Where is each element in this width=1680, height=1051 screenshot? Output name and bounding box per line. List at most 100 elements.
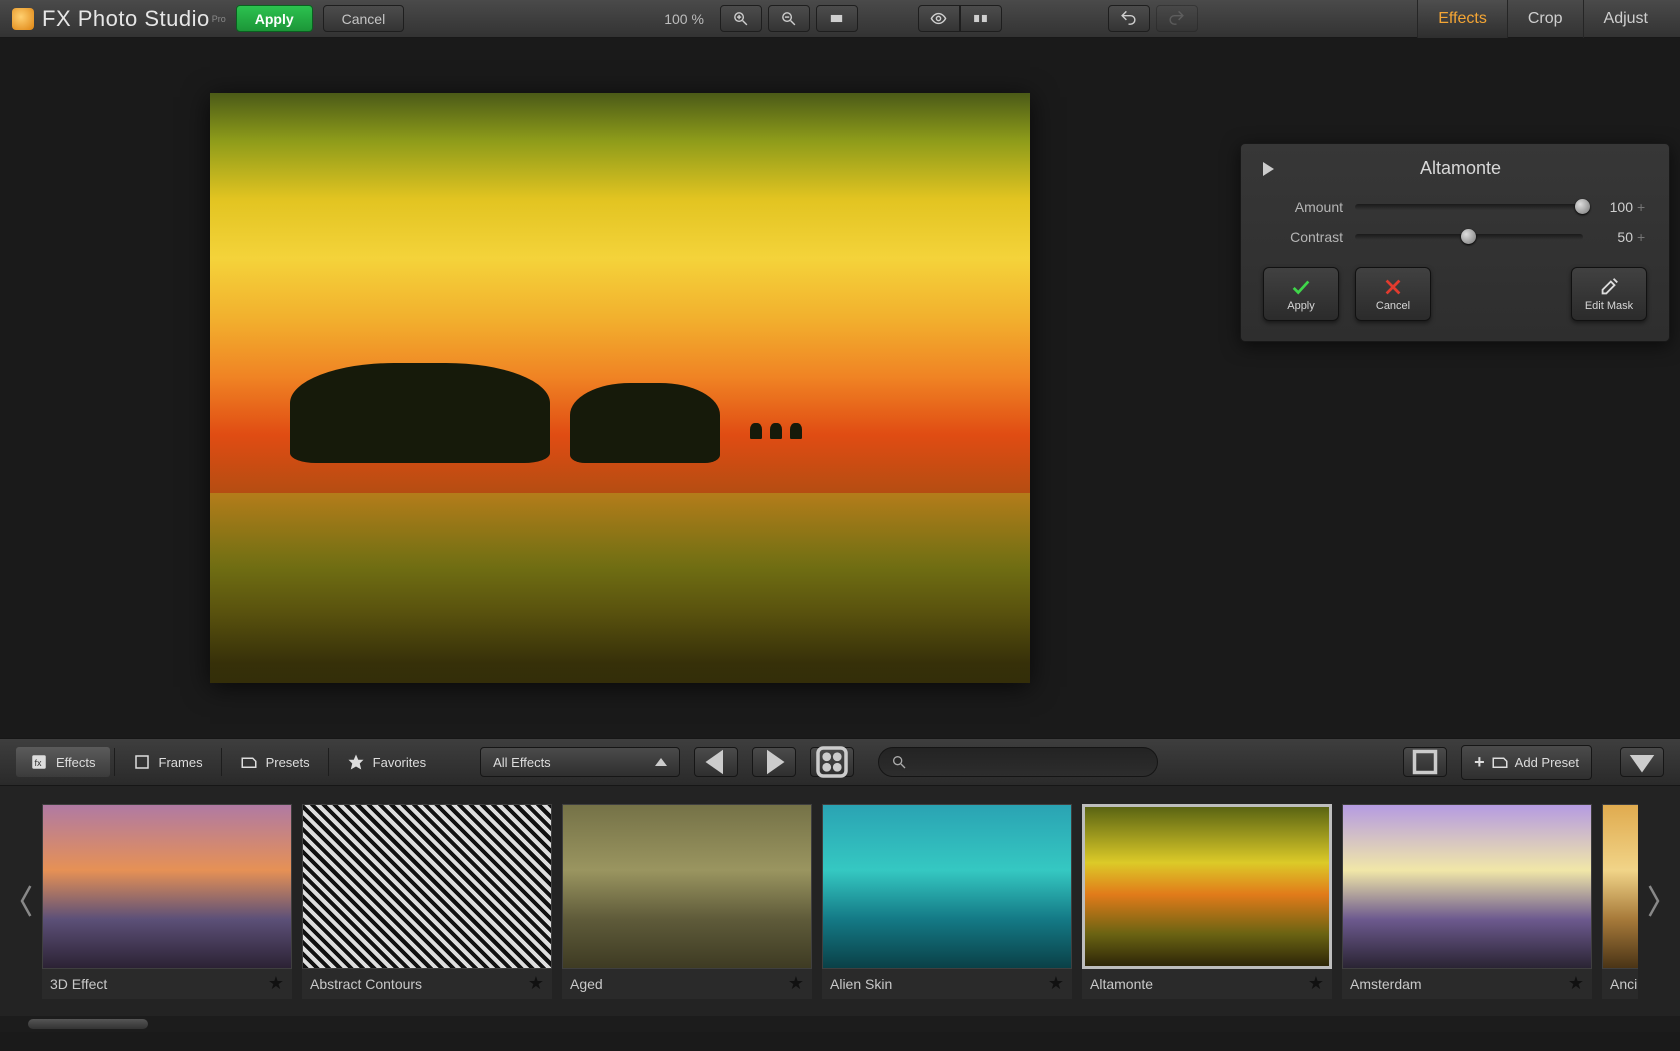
panel-cancel-button[interactable]: Cancel bbox=[1355, 267, 1431, 321]
scrollbar-handle[interactable] bbox=[28, 1019, 148, 1029]
zoom-out-icon bbox=[780, 10, 797, 27]
thumbnails-container: 3D Effect★Abstract Contours★Aged★Alien S… bbox=[42, 804, 1638, 999]
panel-apply-button[interactable]: Apply bbox=[1263, 267, 1339, 321]
divider bbox=[221, 748, 222, 776]
thumbnail-item[interactable]: Amsterdam★ bbox=[1342, 804, 1592, 999]
zoom-in-button[interactable] bbox=[720, 5, 762, 32]
thumbnail-item[interactable]: Abstract Contours★ bbox=[302, 804, 552, 999]
apply-button[interactable]: Apply bbox=[236, 5, 313, 32]
caret-up-icon bbox=[655, 758, 667, 766]
main-stage: Altamonte Amount 100 + Contrast 50 + App… bbox=[0, 38, 1680, 738]
preview-eye-button[interactable] bbox=[918, 5, 960, 32]
photo-decor bbox=[770, 423, 782, 439]
collapse-tray-button[interactable] bbox=[1620, 747, 1664, 777]
random-effect-button[interactable] bbox=[810, 747, 854, 777]
thumbnail-item[interactable]: Anci★ bbox=[1602, 804, 1638, 999]
search-input[interactable] bbox=[915, 755, 1145, 770]
favorite-star-icon[interactable]: ★ bbox=[1568, 973, 1584, 994]
favorite-star-icon[interactable]: ★ bbox=[268, 973, 284, 994]
favorite-star-icon[interactable]: ★ bbox=[1308, 973, 1324, 994]
compare-split-button[interactable] bbox=[960, 5, 1002, 32]
add-preset-button[interactable]: + Add Preset bbox=[1461, 745, 1592, 780]
undo-redo-group bbox=[1102, 5, 1198, 32]
slider-amount-row: Amount 100 + bbox=[1263, 199, 1647, 215]
thumbnail-image bbox=[42, 804, 292, 969]
thumbnail-item[interactable]: 3D Effect ★ bbox=[42, 804, 292, 999]
slider-knob[interactable] bbox=[1575, 199, 1590, 214]
slider-contrast[interactable] bbox=[1355, 234, 1583, 240]
eye-icon bbox=[930, 10, 947, 27]
zoom-out-button[interactable] bbox=[768, 5, 810, 32]
top-toolbar: FX Photo Studio Pro Apply Cancel 100 % E… bbox=[0, 0, 1680, 38]
tab-fx-effects[interactable]: fx Effects bbox=[16, 747, 110, 777]
panel-apply-label: Apply bbox=[1287, 300, 1315, 312]
preview-image[interactable] bbox=[210, 93, 1030, 683]
tab-adjust[interactable]: Adjust bbox=[1583, 0, 1668, 38]
thumb-scrollbar[interactable] bbox=[0, 1016, 1680, 1032]
favorite-star-icon[interactable]: ★ bbox=[1048, 973, 1064, 994]
photo-decor bbox=[290, 363, 550, 463]
thumbnail-label: Aged bbox=[570, 976, 603, 992]
cancel-button[interactable]: Cancel bbox=[323, 5, 405, 32]
thumbnail-label-row: Alien Skin ★ bbox=[822, 969, 1072, 999]
favorite-star-icon[interactable]: ★ bbox=[788, 973, 804, 994]
thumb-size-button[interactable] bbox=[1403, 747, 1447, 777]
search-field[interactable] bbox=[878, 747, 1158, 777]
slider-amount-plus[interactable]: + bbox=[1637, 199, 1647, 215]
tab-presets[interactable]: Presets bbox=[226, 747, 324, 777]
add-preset-label: Add Preset bbox=[1515, 755, 1579, 770]
slider-contrast-row: Contrast 50 + bbox=[1263, 229, 1647, 245]
edit-mask-button[interactable]: Edit Mask bbox=[1571, 267, 1647, 321]
expand-icon[interactable] bbox=[1263, 162, 1274, 176]
prev-effect-button[interactable] bbox=[694, 747, 738, 777]
panel-header: Altamonte bbox=[1263, 158, 1647, 179]
redo-button[interactable] bbox=[1156, 5, 1198, 32]
slider-amount[interactable] bbox=[1355, 204, 1583, 210]
undo-icon bbox=[1120, 10, 1137, 27]
tab-frames-label: Frames bbox=[159, 755, 203, 770]
thumbnail-label: 3D Effect bbox=[50, 976, 107, 992]
brush-icon bbox=[1598, 276, 1620, 298]
app-logo-icon bbox=[12, 8, 34, 30]
chevron-right-icon bbox=[1643, 881, 1663, 921]
tab-favorites-label: Favorites bbox=[373, 755, 426, 770]
divider bbox=[328, 748, 329, 776]
thumbnail-item[interactable]: Alien Skin ★ bbox=[822, 804, 1072, 999]
tab-effects[interactable]: Effects bbox=[1417, 0, 1507, 38]
photo-decor bbox=[570, 383, 720, 463]
slider-contrast-value: 50 bbox=[1591, 229, 1633, 245]
thumbnail-strip: 3D Effect★Abstract Contours★Aged★Alien S… bbox=[0, 786, 1680, 1016]
thumbnail-label-row: Altamonte★ bbox=[1082, 969, 1332, 999]
favorite-star-icon[interactable]: ★ bbox=[528, 973, 544, 994]
tab-crop[interactable]: Crop bbox=[1507, 0, 1583, 38]
edit-mask-label: Edit Mask bbox=[1585, 300, 1633, 312]
filter-category-select[interactable]: All Effects bbox=[480, 747, 680, 777]
panel-cancel-label: Cancel bbox=[1376, 300, 1410, 312]
thumbnail-label: Alien Skin bbox=[830, 976, 892, 992]
filter-category-label: All Effects bbox=[493, 755, 551, 770]
star-icon bbox=[347, 753, 365, 771]
tab-favorites[interactable]: Favorites bbox=[333, 747, 440, 777]
thumbnail-item[interactable]: Aged ★ bbox=[562, 804, 812, 999]
folder-icon bbox=[1491, 753, 1509, 771]
undo-button[interactable] bbox=[1108, 5, 1150, 32]
triangle-right-icon bbox=[753, 741, 795, 783]
zoom-in-icon bbox=[732, 10, 749, 27]
thumbnail-item[interactable]: Altamonte★ bbox=[1082, 804, 1332, 999]
tab-frames[interactable]: Frames bbox=[119, 747, 217, 777]
slider-knob[interactable] bbox=[1461, 229, 1476, 244]
slider-amount-label: Amount bbox=[1263, 199, 1343, 215]
photo-decor bbox=[750, 423, 762, 439]
fx-icon: fx bbox=[30, 753, 48, 771]
slider-contrast-plus[interactable]: + bbox=[1637, 229, 1647, 245]
mode-tabs: Effects Crop Adjust bbox=[1417, 0, 1668, 38]
zoom-group: 100 % bbox=[664, 5, 858, 32]
scroll-left-button[interactable] bbox=[12, 821, 42, 981]
redo-icon bbox=[1168, 10, 1185, 27]
thumbnail-image bbox=[1082, 804, 1332, 969]
next-effect-button[interactable] bbox=[752, 747, 796, 777]
zoom-fit-button[interactable] bbox=[816, 5, 858, 32]
presets-icon bbox=[240, 753, 258, 771]
scroll-right-button[interactable] bbox=[1638, 821, 1668, 981]
thumbnail-image bbox=[1602, 804, 1638, 969]
